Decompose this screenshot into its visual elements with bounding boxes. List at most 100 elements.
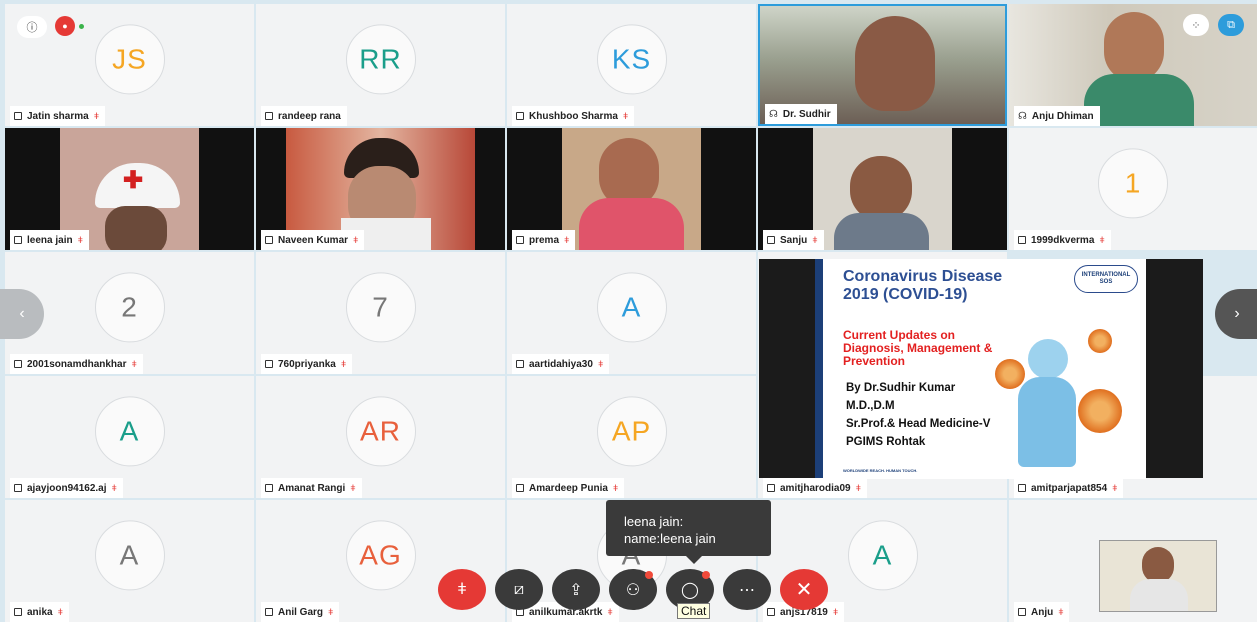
participant-name: randeep rana	[278, 110, 341, 122]
mic-muted-icon: ǂ	[1112, 483, 1118, 493]
participant-name: Anju	[1031, 606, 1054, 618]
device-icon	[265, 360, 273, 368]
record-icon[interactable]: ●	[55, 16, 75, 36]
participant-video-tile[interactable]: ✚ leena jain ǂ	[5, 128, 254, 250]
device-icon	[14, 236, 22, 244]
share-icon[interactable]: ⇪	[552, 569, 600, 610]
cross-icon: ✚	[123, 167, 144, 194]
close-icon[interactable]: ✕	[780, 569, 828, 610]
participant-video-tile[interactable]: Sanju ǂ	[758, 128, 1007, 250]
name-label: 2001sonamdhankhar ǂ	[10, 354, 143, 374]
participant-name: amitjharodia09	[780, 482, 851, 494]
name-label: Sanju ǂ	[763, 230, 824, 250]
mic-muted-icon: ǂ	[350, 483, 356, 493]
person-video	[1130, 579, 1188, 611]
participant-name: Sanju	[780, 234, 808, 246]
slide-title: Coronavirus Disease 2019 (COVID-19)	[843, 268, 1003, 303]
participant-tile[interactable]: AR Amanat Rangi ǂ	[256, 376, 505, 498]
participant-name: 2001sonamdhankhar	[27, 358, 127, 370]
device-icon	[767, 608, 775, 616]
avatar: 7	[345, 272, 416, 343]
self-view[interactable]	[1099, 540, 1217, 612]
mic-muted-icon: ǂ	[832, 607, 839, 617]
person-video	[1142, 547, 1174, 583]
device-icon	[14, 484, 22, 492]
person-video	[579, 198, 684, 250]
mic-muted-icon: ǂ	[328, 607, 334, 617]
slide-subtitle: Current Updates on Diagnosis, Management…	[843, 328, 993, 368]
device-icon	[265, 236, 273, 244]
name-label: randeep rana	[261, 106, 347, 126]
participant-tile[interactable]: KS Khushboo Sharma ǂ	[507, 4, 756, 126]
device-icon	[1018, 608, 1026, 616]
mic-off-icon[interactable]: ǂ	[438, 569, 486, 610]
participant-video-tile[interactable]: ☊ Dr. Sudhir	[758, 4, 1007, 126]
device-icon	[767, 236, 775, 244]
person-video	[1104, 12, 1164, 82]
device-icon	[265, 112, 273, 120]
notification-dot	[645, 571, 653, 579]
mic-muted-icon: ǂ	[1058, 607, 1064, 617]
slide-footer: WORLDWIDE REACH. HUMAN TOUCH.	[843, 468, 918, 473]
status-dot	[79, 24, 84, 29]
avatar: A	[94, 396, 165, 467]
presentation-slide: Coronavirus Disease 2019 (COVID-19) INTE…	[815, 259, 1146, 479]
avatar: AG	[345, 520, 416, 591]
participant-tile[interactable]: AP Amardeep Punia ǂ	[507, 376, 756, 498]
participant-name: anika	[27, 606, 53, 618]
avatar: A	[847, 520, 918, 591]
slide-logo: INTERNATIONAL SOS	[1074, 265, 1138, 293]
device-icon	[516, 360, 524, 368]
device-icon	[265, 484, 273, 492]
mic-muted-icon: ǂ	[77, 235, 83, 245]
name-label: Anil Garg ǂ	[261, 602, 340, 622]
mic-muted-icon: ǂ	[855, 483, 861, 493]
participant-tile[interactable]: 7 760priyanka ǂ	[256, 252, 505, 374]
participant-video-tile[interactable]: prema ǂ	[507, 128, 756, 250]
participant-name: Anju Dhiman	[1031, 110, 1094, 122]
name-label: Amanat Rangi ǂ	[261, 478, 362, 498]
person-video	[834, 213, 929, 250]
mic-muted-icon: ǂ	[607, 607, 613, 617]
participant-name: aartidahiya30	[529, 358, 593, 370]
info-icon[interactable]: ⓘ	[17, 16, 47, 38]
mic-muted-icon: ǂ	[353, 235, 359, 245]
participant-name: Dr. Sudhir	[782, 108, 831, 120]
slide-author-line: M.D.,D.M	[846, 400, 895, 412]
shared-screen[interactable]: Coronavirus Disease 2019 (COVID-19) INTE…	[759, 259, 1203, 479]
slide-author-line: Sr.Prof.& Head Medicine-V	[846, 418, 991, 430]
participant-name: Amanat Rangi	[278, 482, 346, 494]
device-icon	[14, 112, 22, 120]
layout-grid-icon[interactable]: ⁘	[1183, 14, 1209, 36]
device-icon	[516, 236, 524, 244]
participants-icon[interactable]: ⚇	[609, 569, 657, 610]
video-off-icon[interactable]: ⧄	[495, 569, 543, 610]
tooltip-line: leena jain:	[624, 514, 684, 529]
participant-tile[interactable]: A aartidahiya30 ǂ	[507, 252, 756, 374]
participant-tooltip: leena jain: name:leena jain	[606, 500, 771, 564]
mic-muted-icon: ǂ	[1099, 235, 1105, 245]
participant-video-tile[interactable]: Naveen Kumar ǂ	[256, 128, 505, 250]
device-icon	[1018, 236, 1026, 244]
participant-tile[interactable]: A ajayjoon94162.aj ǂ	[5, 376, 254, 498]
chevron-right-icon[interactable]: ›	[1215, 289, 1257, 339]
participant-name: Naveen Kumar	[278, 234, 349, 246]
meeting-stage: JS Jatin sharma ǂ RR randeep rana KS Khus…	[0, 0, 1257, 622]
chat-tooltip: Chat	[677, 603, 711, 619]
participant-tile[interactable]: A anika ǂ	[5, 500, 254, 622]
name-label: leena jain ǂ	[10, 230, 89, 250]
name-label: aartidahiya30 ǂ	[512, 354, 610, 374]
more-icon[interactable]: ⋯	[723, 569, 771, 610]
mic-muted-icon: ǂ	[111, 483, 117, 493]
pin-icon[interactable]: ⧉	[1218, 14, 1244, 36]
avatar: 1	[1098, 148, 1168, 219]
participant-name: Amardeep Punia	[529, 482, 608, 494]
mic-muted-icon: ǂ	[57, 607, 63, 617]
mic-muted-icon: ǂ	[93, 111, 99, 121]
participant-tile[interactable]: RR randeep rana	[256, 4, 505, 126]
virus-icon	[1078, 389, 1122, 433]
participant-tile[interactable]: 1 1999dkverma ǂ	[1009, 128, 1257, 250]
figure-body	[1018, 377, 1076, 467]
figure-head	[1028, 339, 1068, 379]
name-label: ☊ Anju Dhiman	[1014, 106, 1100, 126]
